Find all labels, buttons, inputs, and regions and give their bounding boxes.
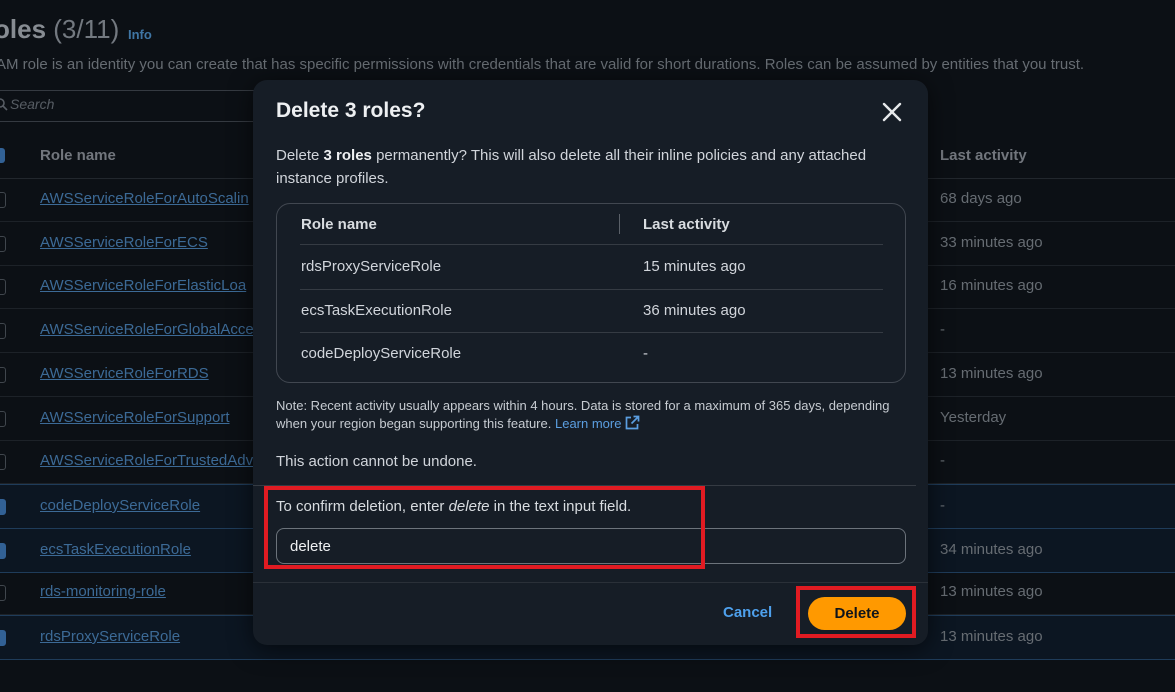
last-activity-cell: 36 minutes ago <box>643 302 746 319</box>
divider <box>300 244 883 245</box>
column-divider <box>619 214 620 234</box>
confirm-delete-input[interactable] <box>276 528 906 564</box>
external-link-icon <box>626 415 640 430</box>
divider <box>300 289 883 290</box>
divider <box>253 485 916 486</box>
roles-to-delete-table: Role name Last activity rdsProxyServiceR… <box>276 203 906 383</box>
column-last-activity: Last activity <box>643 216 730 233</box>
role-name-cell: ecsTaskExecutionRole <box>301 302 452 319</box>
column-role-name: Role name <box>301 216 377 233</box>
role-name-cell: codeDeployServiceRole <box>301 345 462 362</box>
last-activity-cell: - <box>643 345 648 362</box>
divider <box>300 332 883 333</box>
learn-more-link[interactable]: Learn more <box>555 415 640 431</box>
confirm-instruction: To confirm deletion, enter delete in the… <box>276 498 632 515</box>
close-button[interactable] <box>877 97 907 127</box>
delete-roles-modal: Delete 3 roles? Delete 3 roles permanent… <box>253 80 928 645</box>
activity-note: Note: Recent activity usually appears wi… <box>276 398 890 431</box>
footer-divider <box>253 582 928 583</box>
undone-warning: This action cannot be undone. <box>276 453 477 470</box>
delete-button[interactable]: Delete <box>808 597 906 630</box>
modal-description: Delete 3 roles permanently? This will al… <box>276 147 867 187</box>
last-activity-cell: 15 minutes ago <box>643 258 746 275</box>
modal-title: Delete 3 roles? <box>276 99 426 122</box>
role-name-cell: rdsProxyServiceRole <box>301 258 442 275</box>
close-icon <box>882 102 902 122</box>
cancel-button[interactable]: Cancel <box>723 604 772 621</box>
